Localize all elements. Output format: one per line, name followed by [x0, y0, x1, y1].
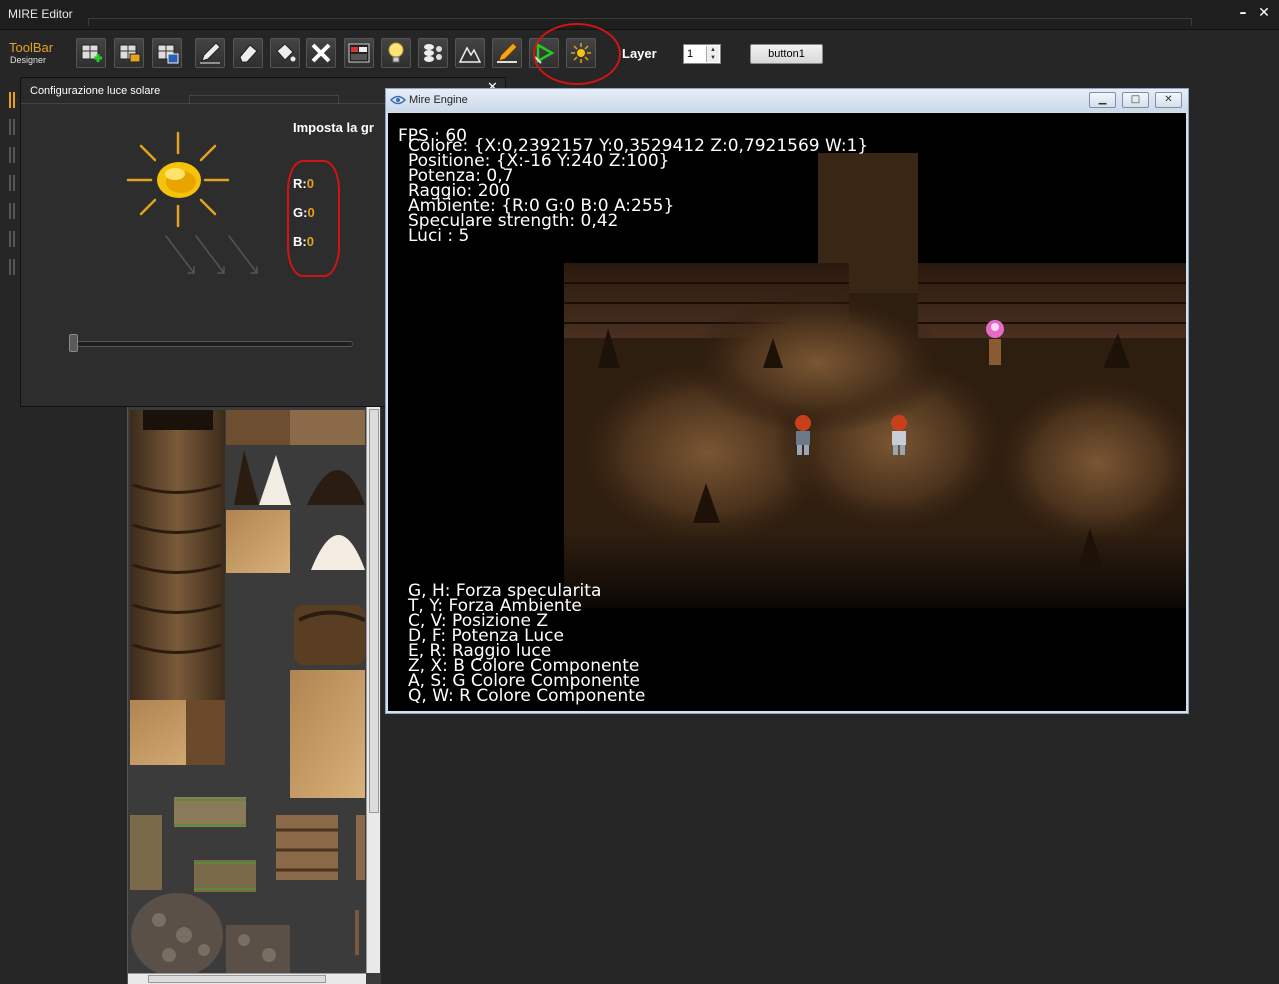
dock-handle[interactable]: [9, 119, 15, 135]
layer-stepper[interactable]: 1 ▲ ▼: [683, 44, 721, 64]
sun-icon: [126, 131, 230, 228]
delete-icon: [311, 43, 331, 63]
edit-pencil-icon: [497, 42, 518, 63]
layer-label: Layer: [622, 46, 657, 61]
toolbar-button-open-map[interactable]: [114, 38, 144, 68]
fill-bucket-icon: [276, 43, 296, 62]
dock-handle-active[interactable]: [9, 92, 15, 108]
title-strip: [88, 18, 1192, 26]
toolbar-button-edit-pencil[interactable]: [492, 38, 522, 68]
dialog-heading: Imposta la gr: [293, 120, 374, 135]
intensity-slider-track[interactable]: [69, 341, 353, 347]
spin-arrows-icon[interactable]: ▲ ▼: [706, 46, 719, 62]
eraser-icon: [239, 44, 258, 63]
toolbar-button-pencil[interactable]: [195, 38, 225, 68]
toolbar-button-eraser[interactable]: [233, 38, 263, 68]
tileset-horizontal-scrollbar[interactable]: [128, 973, 366, 984]
scrollbar-thumb[interactable]: [148, 975, 326, 983]
engine-window-title: Mire Engine: [409, 94, 468, 106]
dialog-title: Configurazione luce solare: [30, 85, 161, 97]
tileset-canvas[interactable]: [129, 405, 365, 973]
toolbar-button-terrain[interactable]: [455, 38, 485, 68]
scrollbar-thumb[interactable]: [369, 409, 379, 813]
toolbar-subtitle: Designer: [10, 55, 47, 65]
highlight-circle-toolbar: [533, 23, 621, 85]
engine-titlebar: Mire Engine ▁ □ ✕: [386, 89, 1188, 112]
light-rays-icon: [165, 235, 258, 274]
button1[interactable]: button1: [750, 44, 823, 64]
toolbar: ToolBar Designer Layer 1 ▲ ▼ button1: [0, 31, 1279, 77]
open-map-icon: [119, 44, 141, 63]
tileset-vertical-scrollbar[interactable]: [366, 405, 380, 973]
light-bulb-icon: [388, 42, 404, 63]
layers-icon: [424, 44, 442, 62]
close-icon[interactable]: ✕: [1155, 92, 1182, 108]
dialog-tab-strip: [189, 95, 339, 104]
minimize-icon[interactable]: –: [1235, 5, 1251, 21]
new-map-icon: [81, 44, 102, 62]
app-title: MIRE Editor: [8, 7, 73, 21]
app-titlebar: MIRE Editor – ✕: [0, 0, 1279, 30]
pencil-icon: [200, 42, 221, 64]
toolbar-button-tileset[interactable]: [344, 38, 374, 68]
hud-help-line: Q, W: R Colore Componente: [408, 686, 646, 706]
dock-handle[interactable]: [9, 259, 15, 275]
intensity-slider-thumb[interactable]: [69, 334, 78, 352]
minimize-icon[interactable]: ▁: [1089, 92, 1116, 108]
toolbar-button-light-bulb[interactable]: [381, 38, 411, 68]
close-icon[interactable]: ✕: [1256, 5, 1272, 21]
tileset-icon: [348, 43, 370, 63]
hud-info-line: Luci : 5: [408, 226, 470, 246]
engine-window: Mire Engine ▁ □ ✕ FPS: 60 Colore: {X:0,…: [385, 88, 1189, 714]
toolbar-button-new-map[interactable]: [76, 38, 106, 68]
tile-palette: [127, 405, 381, 984]
terrain-icon: [458, 46, 482, 63]
dock-handle[interactable]: [9, 203, 15, 219]
layer-value: 1: [687, 48, 694, 60]
toolbar-button-layers[interactable]: [418, 38, 448, 68]
maximize-icon[interactable]: □: [1122, 92, 1149, 108]
dock-handle[interactable]: [9, 147, 15, 163]
editor-root: MIRE Editor – ✕ ToolBar Designer Layer 1…: [0, 0, 1279, 984]
toolbar-button-delete[interactable]: [306, 38, 336, 68]
save-map-icon: [157, 44, 179, 64]
toolbar-title: ToolBar: [9, 40, 54, 55]
dock-handle[interactable]: [9, 231, 15, 247]
dock-handle[interactable]: [9, 175, 15, 191]
game-viewport[interactable]: FPS : 60 Colore: {X:0,2392157 Y:0,352941…: [388, 113, 1186, 711]
toolbar-button-fill-bucket[interactable]: [270, 38, 300, 68]
engine-logo-icon: [390, 95, 406, 105]
highlight-circle-rgb: [287, 160, 340, 277]
toolbar-button-save-map[interactable]: [152, 38, 182, 68]
